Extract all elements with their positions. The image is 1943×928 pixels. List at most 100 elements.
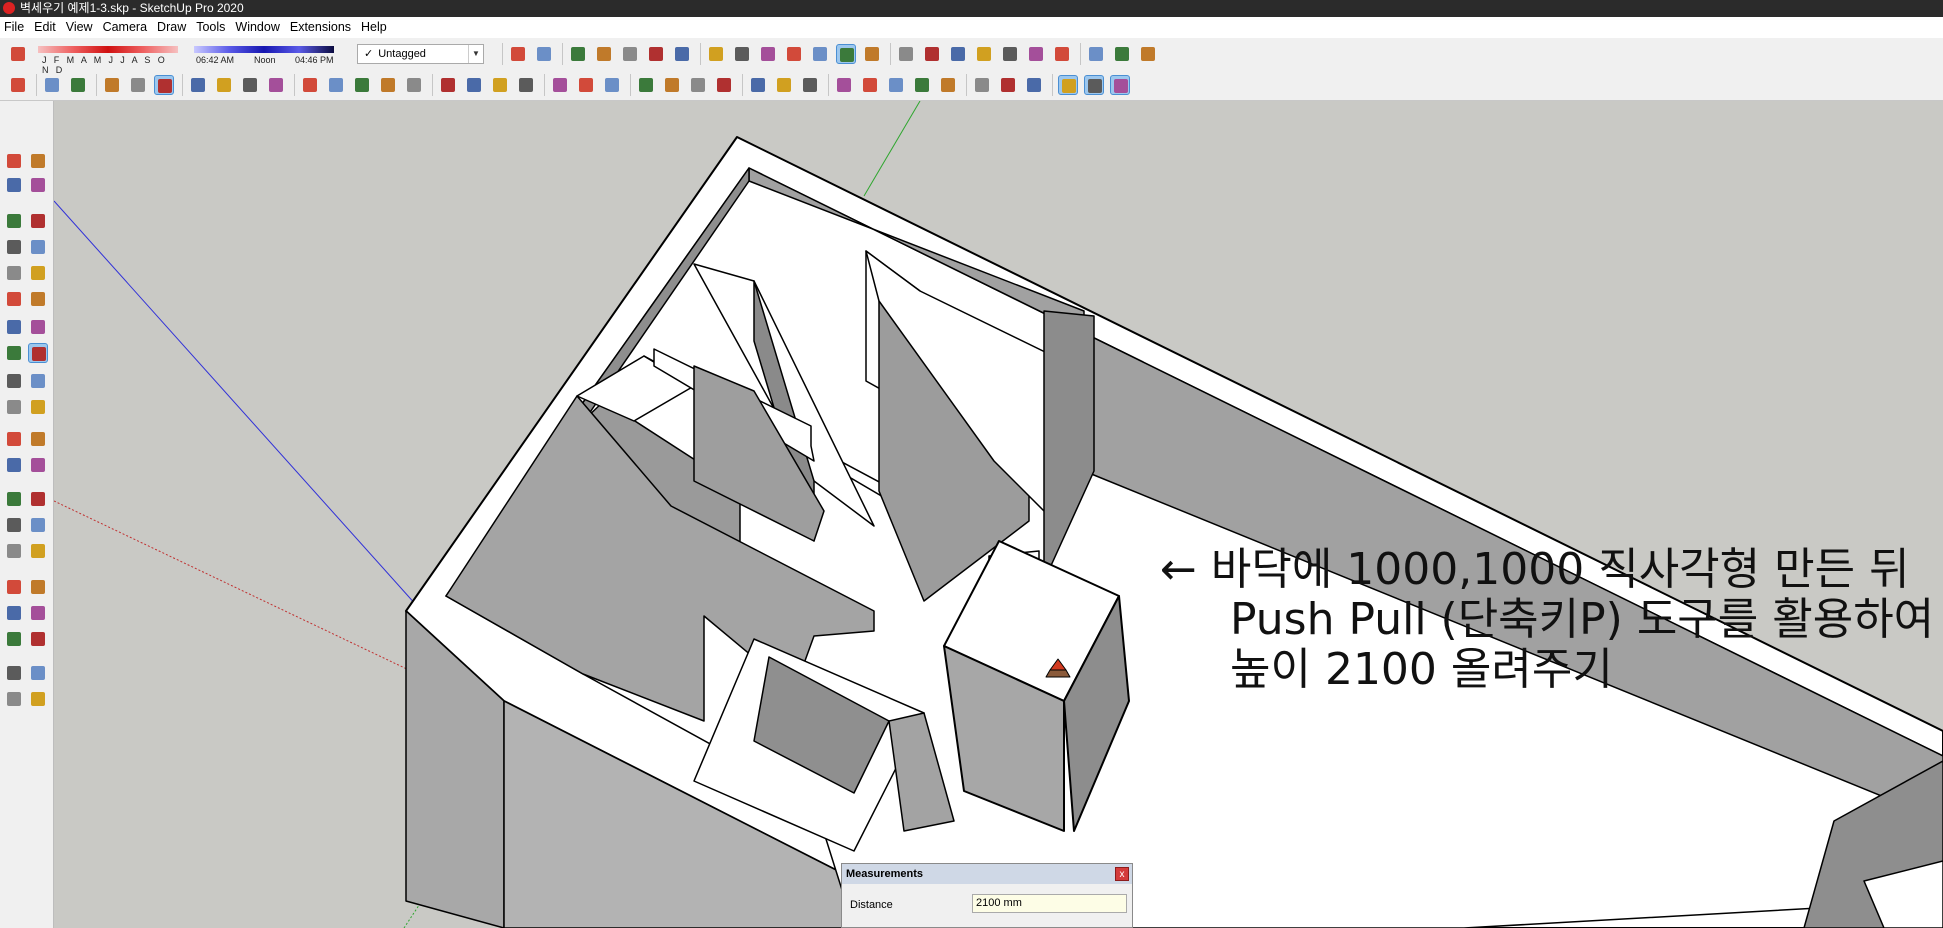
menu-extensions[interactable]: Extensions — [286, 17, 357, 38]
freehand-icon[interactable] — [28, 211, 48, 231]
select-icon[interactable] — [8, 75, 28, 95]
model-viewport[interactable] — [54, 101, 1943, 928]
menu-camera[interactable]: Camera — [99, 17, 153, 38]
offset-icon[interactable] — [28, 397, 48, 417]
subtract-icon[interactable] — [912, 75, 932, 95]
extension-warehouse-icon[interactable] — [28, 663, 48, 683]
right-view-icon[interactable] — [594, 44, 614, 64]
solid-icon[interactable] — [834, 75, 854, 95]
monochrome-icon[interactable] — [862, 44, 882, 64]
pan-icon[interactable] — [28, 515, 48, 535]
look-around-icon[interactable] — [1086, 44, 1106, 64]
position-camera-icon[interactable] — [4, 603, 24, 623]
house-outline-icon[interactable] — [688, 75, 708, 95]
pie-icon[interactable] — [28, 289, 48, 309]
group-icon[interactable] — [774, 75, 794, 95]
warehouse-icon[interactable] — [4, 663, 24, 683]
shaded-textures-icon[interactable] — [836, 44, 856, 64]
walk-icon[interactable] — [1112, 44, 1132, 64]
rotated-rectangle-icon[interactable] — [28, 237, 48, 257]
ruby-icon[interactable] — [28, 689, 48, 709]
outer-shell-icon[interactable] — [938, 75, 958, 95]
house-icon[interactable] — [662, 75, 682, 95]
shed-icon[interactable] — [714, 75, 734, 95]
shaded-icon[interactable] — [810, 44, 830, 64]
hidden-line-icon[interactable] — [784, 44, 804, 64]
circle-icon[interactable] — [4, 263, 24, 283]
close-icon[interactable]: x — [1115, 867, 1129, 881]
shadow-date-slider[interactable]: J F M A M J J A S O N D — [38, 43, 178, 75]
walk-icon[interactable] — [4, 629, 24, 649]
orbit-icon[interactable] — [4, 515, 24, 535]
sandbox-icon[interactable] — [576, 75, 596, 95]
two-point-arc-icon[interactable] — [4, 317, 24, 337]
rotate-icon[interactable] — [240, 75, 260, 95]
follow-me-icon[interactable] — [188, 75, 208, 95]
top-view-icon[interactable] — [534, 44, 554, 64]
protractor-icon[interactable] — [4, 455, 24, 475]
position-camera-icon[interactable] — [1052, 44, 1072, 64]
perspective-icon[interactable] — [1084, 75, 1104, 95]
paint-bucket-icon[interactable] — [352, 75, 372, 95]
menu-window[interactable]: Window — [231, 17, 285, 38]
select-icon[interactable] — [4, 151, 24, 171]
rotate-icon[interactable] — [4, 371, 24, 391]
measurement-value-field[interactable]: 2100 mm — [972, 894, 1127, 913]
3d-warehouse-icon[interactable] — [490, 75, 510, 95]
iso-view-icon[interactable] — [508, 44, 528, 64]
zoom-extents-icon[interactable] — [4, 577, 24, 597]
component-icon[interactable] — [800, 75, 820, 95]
orbit-icon[interactable] — [378, 75, 398, 95]
pan-icon[interactable] — [404, 75, 424, 95]
arc-icon[interactable] — [102, 75, 122, 95]
polygon-icon[interactable] — [28, 263, 48, 283]
three-point-arc-icon[interactable] — [28, 317, 48, 337]
section-plane-icon[interactable] — [636, 75, 656, 95]
scale-icon[interactable] — [4, 397, 24, 417]
zoom-icon[interactable] — [438, 75, 458, 95]
eraser-icon[interactable] — [42, 75, 62, 95]
move-icon[interactable] — [214, 75, 234, 95]
union-icon[interactable] — [886, 75, 906, 95]
component-icon[interactable] — [28, 151, 48, 171]
rectangle-icon[interactable] — [4, 237, 24, 257]
zoom-window-icon[interactable] — [974, 44, 994, 64]
previous-icon[interactable] — [28, 577, 48, 597]
scale-icon[interactable] — [266, 75, 286, 95]
zoom-icon[interactable] — [4, 541, 24, 561]
look-around-icon[interactable] — [28, 603, 48, 623]
rectangle-icon[interactable] — [128, 75, 148, 95]
share-icon[interactable] — [4, 689, 24, 709]
axes-icon[interactable] — [4, 489, 24, 509]
bottom-view-icon[interactable] — [672, 44, 692, 64]
push-pull-icon[interactable] — [28, 343, 48, 363]
pan-icon[interactable] — [922, 44, 942, 64]
menu-edit[interactable]: Edit — [30, 17, 62, 38]
pencil-icon[interactable] — [68, 75, 88, 95]
split-icon[interactable] — [998, 75, 1018, 95]
paint-bucket-icon[interactable] — [4, 175, 24, 195]
previous-view-icon[interactable] — [1026, 44, 1046, 64]
parallel-icon[interactable] — [1110, 75, 1130, 95]
front-view-icon[interactable] — [568, 44, 588, 64]
geo-location-icon[interactable] — [602, 75, 622, 95]
text-icon[interactable] — [28, 455, 48, 475]
tape-measure-icon[interactable] — [4, 429, 24, 449]
axes-icon[interactable] — [1024, 75, 1044, 95]
arc-icon[interactable] — [4, 289, 24, 309]
intersect-icon[interactable] — [860, 75, 880, 95]
menu-draw[interactable]: Draw — [153, 17, 192, 38]
dimension-icon[interactable] — [28, 429, 48, 449]
extension-warehouse-icon[interactable] — [1138, 44, 1158, 64]
3d-text-icon[interactable] — [28, 489, 48, 509]
text-icon[interactable] — [326, 75, 346, 95]
chevron-down-icon[interactable]: ▼ — [468, 45, 483, 63]
orbit-icon[interactable] — [896, 44, 916, 64]
push-pull-icon[interactable] — [154, 75, 174, 95]
follow-me-icon[interactable] — [28, 371, 48, 391]
zoom-extents-icon[interactable] — [464, 75, 484, 95]
share-model-icon[interactable] — [516, 75, 536, 95]
zoom-extents-icon[interactable] — [1000, 44, 1020, 64]
back-edges-icon[interactable] — [732, 44, 752, 64]
eraser-icon[interactable] — [28, 175, 48, 195]
